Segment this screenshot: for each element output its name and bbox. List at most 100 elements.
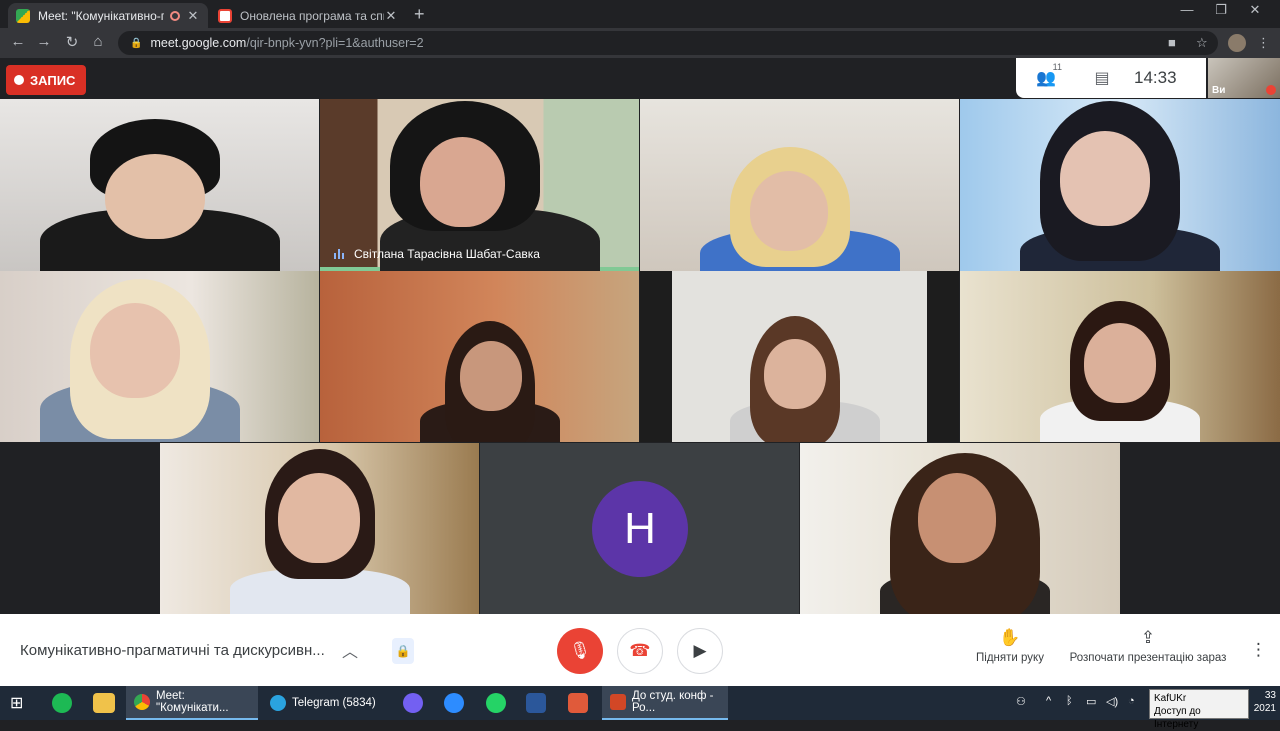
taskbar-powerpoint[interactable]: До студ. конф - Ро... [602, 686, 728, 720]
word-icon[interactable] [526, 693, 546, 713]
participants-icon[interactable]: 👥 11 [1032, 62, 1062, 88]
meeting-info-panel: 👥 11 ▤ 14:33 [1016, 58, 1206, 98]
gmail-icon [218, 8, 232, 23]
present-now-button[interactable]: ⇪ Розпочати презентацію зараз [1066, 628, 1230, 664]
video-tile[interactable] [0, 99, 319, 271]
chevron-up-icon[interactable]: ︿ [342, 638, 358, 662]
present-screen-icon: ⇪ [1140, 628, 1156, 647]
chat-icon[interactable]: ▤ [1088, 68, 1116, 88]
taskbar-telegram[interactable]: Telegram (5834) [262, 686, 390, 720]
menu-kebab-icon[interactable]: ⋮ [1257, 35, 1270, 51]
leave-call-button[interactable]: ☎ [617, 628, 663, 674]
taskbar-item-label: До студ. конф - Ро... [632, 690, 714, 714]
taskbar-clock-time: 33 [1264, 690, 1276, 701]
participant-face [105, 154, 205, 239]
home-icon[interactable]: ⌂ [88, 33, 108, 50]
windows-taskbar: ⊞ Meet: "Комунікати... Telegram (5834) Д… [0, 686, 1280, 720]
participant-avatar: H [592, 481, 688, 577]
tab-gmail[interactable]: Оновлена програма та список ✕ [210, 3, 406, 28]
url-host: meet.google.com [150, 36, 247, 50]
camera-permission-icon[interactable]: ■ [1168, 35, 1176, 50]
speaking-indicator-icon [334, 249, 344, 259]
host-controls-shield-icon[interactable]: 🔒 [392, 638, 414, 664]
zoom-icon[interactable] [444, 693, 464, 713]
url-path: /qir-bnpk-yvn?pli=1&authuser=2 [246, 36, 424, 50]
participant-face [1060, 131, 1150, 226]
self-label: Ви [1212, 85, 1226, 96]
forward-icon[interactable]: → [34, 33, 54, 50]
battery-icon[interactable]: ▭ [1086, 695, 1096, 708]
url-field[interactable]: 🔒 meet.google.com/qir-bnpk-yvn?pli=1&aut… [118, 31, 1218, 55]
tab-title: Оновлена програма та список [240, 8, 384, 23]
powerpoint-icon [610, 694, 626, 710]
recording-badge: ЗАПИС [6, 65, 86, 95]
tooltip-network-status: Доступ до Інтернету [1154, 706, 1201, 730]
video-tile[interactable] [0, 271, 319, 442]
spotify-icon[interactable] [52, 693, 72, 713]
video-tile[interactable] [960, 99, 1280, 271]
volume-icon[interactable]: ◁) [1106, 695, 1118, 708]
meeting-controls-bar: Комунікативно-прагматичні та дискурсивн.… [0, 614, 1280, 686]
video-tile[interactable] [320, 271, 639, 442]
file-explorer-icon[interactable] [93, 693, 115, 713]
hand-icon: ✋ [999, 628, 1021, 647]
tray-chevron-icon[interactable]: ^ [1046, 695, 1051, 707]
tooltip-network-name: KafUKr [1154, 693, 1187, 704]
meet-stage: ЗАПИС 👥 11 ▤ 14:33 Ви Світлана Тарасівна … [0, 58, 1280, 686]
telegram-icon [270, 695, 286, 711]
video-tile[interactable] [160, 443, 479, 614]
bookmark-star-icon[interactable]: ☆ [1196, 35, 1208, 51]
participant-name: Світлана Тарасівна Шабат-Савка [354, 247, 540, 261]
recording-indicator-icon [170, 10, 180, 21]
network-icon[interactable]: ◔ [1128, 695, 1135, 707]
video-tile[interactable] [800, 443, 1120, 614]
participant-face [918, 473, 996, 563]
self-view-tile[interactable]: Ви [1208, 58, 1280, 98]
close-tab-icon[interactable]: ✕ [384, 8, 398, 24]
google-meet-icon [16, 8, 30, 23]
meeting-title[interactable]: Комунікативно-прагматичні та дискурсивн.… [20, 642, 340, 659]
camera-icon: ▶ [693, 641, 707, 660]
participant-face [750, 171, 828, 251]
mic-off-icon: 🎙 [569, 641, 591, 660]
meeting-clock: 14:33 [1134, 68, 1177, 87]
close-window-icon[interactable]: ✕ [1232, 2, 1278, 18]
participant-face [278, 473, 360, 563]
recording-label: ЗАПИС [30, 72, 76, 88]
viber-icon[interactable] [403, 693, 423, 713]
back-icon[interactable]: ← [8, 33, 28, 50]
mic-off-icon [1266, 85, 1276, 95]
mic-toggle-button[interactable]: 🎙 [557, 628, 603, 674]
video-tile[interactable] [640, 271, 959, 442]
participant-face [420, 137, 505, 227]
whatsapp-icon[interactable] [486, 693, 506, 713]
taskbar-chrome-meet[interactable]: Meet: "Комунікати... [126, 686, 258, 720]
present-label: Розпочати презентацію зараз [1069, 652, 1227, 664]
video-tile[interactable] [640, 99, 959, 271]
participant-face [90, 303, 180, 398]
tab-meet[interactable]: Meet: "Комунікативно-прагм ✕ [8, 3, 208, 28]
participants-count: 11 [1052, 62, 1062, 72]
video-tile[interactable] [960, 271, 1280, 442]
tab-title: Meet: "Комунікативно-прагм [38, 8, 164, 23]
people-icon[interactable]: ⚇ [1016, 695, 1026, 708]
reload-icon[interactable]: ↻ [62, 33, 82, 51]
network-tooltip: KafUKr Доступ до Інтернету [1149, 689, 1249, 730]
profile-avatar[interactable] [1228, 34, 1246, 52]
raise-hand-button[interactable]: ✋ Підняти руку [970, 628, 1050, 664]
close-tab-icon[interactable]: ✕ [186, 8, 200, 24]
participant-face [1084, 323, 1156, 403]
windows-start-icon[interactable]: ⊞ [10, 693, 32, 713]
video-tile-active-speaker[interactable]: Світлана Тарасівна Шабат-Савка [320, 99, 639, 271]
participant-face [764, 339, 826, 409]
more-options-icon[interactable]: ⋮ [1250, 640, 1267, 660]
camera-toggle-button[interactable]: ▶ [677, 628, 723, 674]
taskbar-clock[interactable]: 33 2021 [1250, 689, 1276, 715]
bluetooth-icon[interactable]: ᛒ [1066, 695, 1073, 707]
new-tab-button[interactable]: + [414, 4, 425, 25]
taskbar-item-label: Telegram (5834) [292, 697, 376, 709]
address-bar-row: ← → ↻ ⌂ 🔒 meet.google.com/qir-bnpk-yvn?p… [0, 28, 1280, 58]
video-tile-camera-off[interactable]: H [480, 443, 799, 614]
record-dot-icon [14, 75, 24, 85]
app-icon[interactable] [568, 693, 588, 713]
